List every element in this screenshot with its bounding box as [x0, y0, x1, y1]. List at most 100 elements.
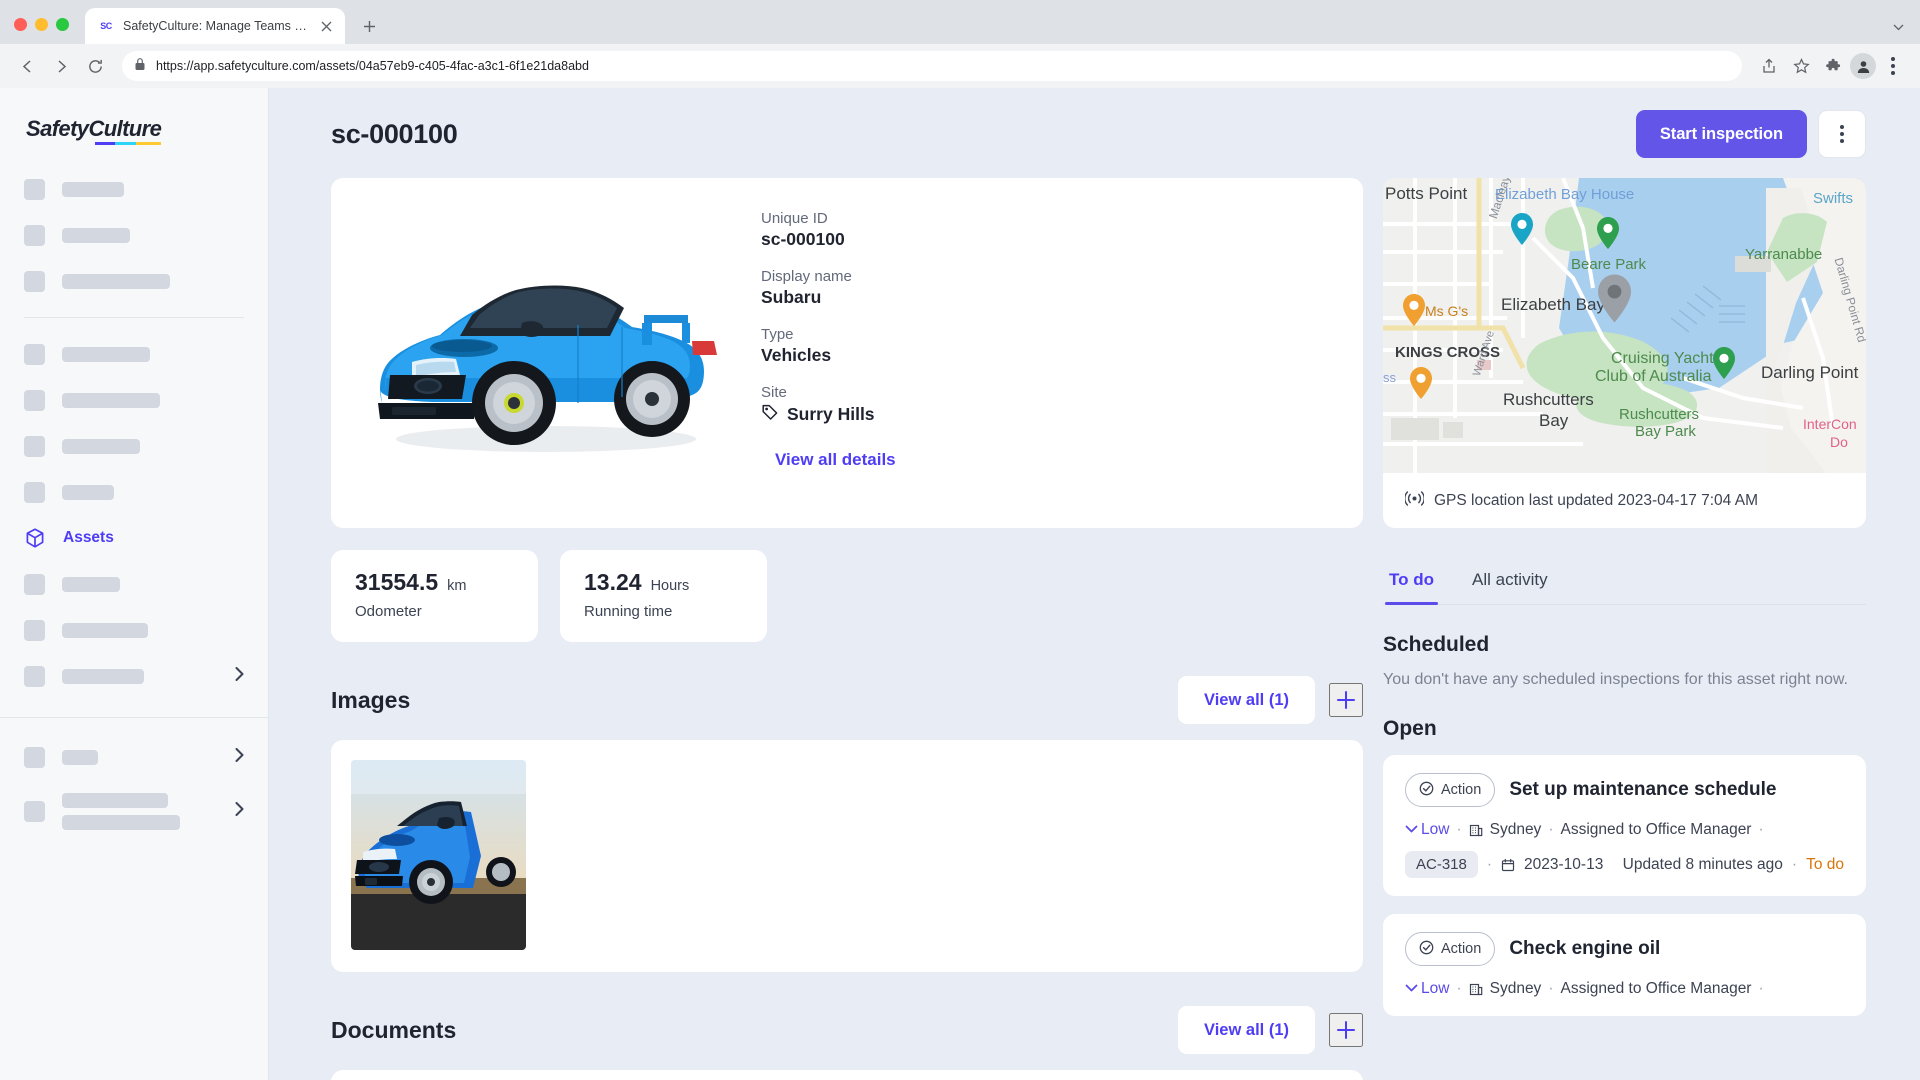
- documents-view-all-button[interactable]: View all (1): [1178, 1006, 1315, 1054]
- tab-to-do[interactable]: To do: [1385, 562, 1438, 605]
- calendar-icon: [1501, 858, 1515, 872]
- building-icon: [1469, 982, 1483, 996]
- skeleton-icon: [24, 800, 45, 822]
- reload-button[interactable]: [80, 51, 110, 81]
- lock-icon: [134, 57, 146, 76]
- chevron-down-icon: [1405, 980, 1418, 998]
- safetyculture-logo[interactable]: SafetyCulture: [0, 88, 268, 145]
- asset-more-options-button[interactable]: [1818, 110, 1866, 158]
- skeleton-icon: [24, 224, 45, 246]
- extensions-puzzle-icon[interactable]: [1818, 51, 1848, 81]
- asset-summary-card: Unique ID sc-000100 Display name Subaru …: [331, 178, 1363, 528]
- logo-safety-text: Safety: [26, 116, 89, 141]
- profile-avatar-icon[interactable]: [1850, 53, 1876, 79]
- document-list-item[interactable]: Warranty service handbook.pdf PDF: [331, 1070, 1363, 1080]
- skeleton-label: [62, 346, 150, 362]
- header-actions: Start inspection: [1635, 110, 1866, 158]
- tab-all-activity[interactable]: All activity: [1468, 562, 1552, 604]
- sidebar-item-skeleton-10[interactable]: [0, 653, 268, 699]
- park-pin[interactable]: [1595, 216, 1621, 250]
- tab-close-icon[interactable]: [318, 18, 335, 35]
- asset-field-type: Type Vehicles: [761, 326, 1343, 366]
- camera-pin[interactable]: [1509, 212, 1535, 246]
- action-card[interactable]: Action Check engine oil Low · Sydney · A…: [1383, 914, 1866, 1016]
- browser-tab[interactable]: SC SafetyCulture: Manage Teams and ...: [85, 8, 345, 44]
- metric-odometer: 31554.5 km Odometer: [331, 550, 538, 642]
- sidebar-item-skeleton-9[interactable]: [0, 607, 268, 653]
- add-image-button[interactable]: [1329, 683, 1363, 717]
- marina-pin[interactable]: [1711, 346, 1737, 380]
- action-priority: Low: [1405, 980, 1449, 998]
- action-priority: Low: [1405, 821, 1449, 839]
- images-view-all-button[interactable]: View all (1): [1178, 676, 1315, 724]
- action-assignee: Assigned to Office Manager: [1560, 980, 1752, 997]
- minimize-window-button[interactable]: [35, 18, 48, 31]
- map-canvas[interactable]: Potts Point Elizabeth Bay House Swifts Macl…: [1383, 178, 1866, 473]
- address-bar[interactable]: https://app.safetyculture.com/assets/04a…: [122, 51, 1742, 81]
- gps-map-card: Potts Point Elizabeth Bay House Swifts Macl…: [1383, 178, 1866, 528]
- sidebar-footer-item-2[interactable]: [0, 780, 268, 842]
- asset-fields: Unique ID sc-000100 Display name Subaru …: [761, 178, 1363, 528]
- new-tab-button[interactable]: [355, 12, 383, 40]
- action-due-date: 2023-10-13: [1524, 855, 1604, 873]
- dot-separator: ·: [1456, 821, 1462, 838]
- dot-separator: ·: [1791, 855, 1798, 873]
- skeleton-icon: [24, 481, 45, 503]
- bookmark-star-icon[interactable]: [1786, 51, 1816, 81]
- tab-list-chevron-icon[interactable]: [1893, 19, 1904, 34]
- dot-separator: ·: [1758, 821, 1764, 838]
- action-assignee: Assigned to Office Manager: [1560, 821, 1752, 838]
- forward-button[interactable]: [46, 51, 76, 81]
- gps-last-updated-row: GPS location last updated 2023-04-17 7:0…: [1383, 473, 1866, 528]
- asset-field-value: sc-000100: [761, 229, 845, 249]
- browser-tab-title: SafetyCulture: Manage Teams and ...: [123, 19, 309, 33]
- metric-unit: Hours: [650, 578, 690, 594]
- right-column: Potts Point Elizabeth Bay House Swifts Macl…: [1383, 178, 1866, 1080]
- sidebar-footer-item-1[interactable]: [0, 734, 268, 780]
- view-all-details-link[interactable]: View all details: [761, 450, 896, 470]
- dot-separator: ·: [1486, 855, 1493, 873]
- images-section-title: Images: [331, 686, 411, 713]
- asset-field-unique-id: Unique ID sc-000100: [761, 210, 1343, 250]
- close-window-button[interactable]: [14, 18, 27, 31]
- action-reference-badge: AC-318: [1405, 851, 1478, 878]
- metric-value: 31554.5: [355, 569, 439, 595]
- sidebar-item-skeleton-4[interactable]: [0, 331, 268, 377]
- action-card[interactable]: Action Set up maintenance schedule Low ·: [1383, 755, 1866, 896]
- cube-icon: [24, 527, 46, 549]
- documents-section-title: Documents: [331, 1016, 457, 1043]
- sidebar-item-skeleton-5[interactable]: [0, 377, 268, 423]
- share-icon[interactable]: [1754, 51, 1784, 81]
- asset-site-value-text: Surry Hills: [787, 404, 875, 424]
- metric-caption: Odometer: [355, 603, 422, 620]
- page-title: sc-000100: [331, 118, 458, 149]
- sidebar-nav: Assets: [0, 142, 268, 699]
- action-chip-label: Action: [1441, 782, 1482, 798]
- asset-location-pin[interactable]: [1595, 273, 1634, 324]
- sidebar-item-assets[interactable]: Assets: [0, 515, 268, 561]
- chrome-menu-icon[interactable]: [1878, 51, 1908, 81]
- sidebar-item-skeleton-2[interactable]: [0, 212, 268, 258]
- skeleton-label: [62, 576, 120, 592]
- restaurant-pin[interactable]: [1401, 293, 1427, 327]
- sidebar-item-skeleton-3[interactable]: [0, 258, 268, 304]
- safetyculture-favicon: SC: [100, 21, 112, 31]
- back-button[interactable]: [12, 51, 42, 81]
- action-priority-label: Low: [1421, 821, 1450, 838]
- sidebar-item-skeleton-1[interactable]: [0, 166, 268, 212]
- check-circle-icon: [1419, 781, 1434, 800]
- skeleton-label: [62, 438, 140, 454]
- add-document-button[interactable]: [1329, 1013, 1363, 1047]
- skeleton-icon: [24, 746, 45, 768]
- sidebar-item-skeleton-7[interactable]: [0, 469, 268, 515]
- more-options-icon: [1840, 125, 1844, 143]
- maximize-window-button[interactable]: [56, 18, 69, 31]
- sidebar-item-skeleton-8[interactable]: [0, 561, 268, 607]
- skeleton-two-line-label: [62, 792, 180, 830]
- start-inspection-button[interactable]: Start inspection: [1635, 110, 1807, 158]
- image-thumbnail[interactable]: [351, 760, 526, 950]
- asset-field-site: Site Surry Hills: [761, 384, 1343, 426]
- images-section-header: Images View all (1): [331, 676, 1363, 724]
- train-pin[interactable]: [1408, 366, 1434, 400]
- sidebar-item-skeleton-6[interactable]: [0, 423, 268, 469]
